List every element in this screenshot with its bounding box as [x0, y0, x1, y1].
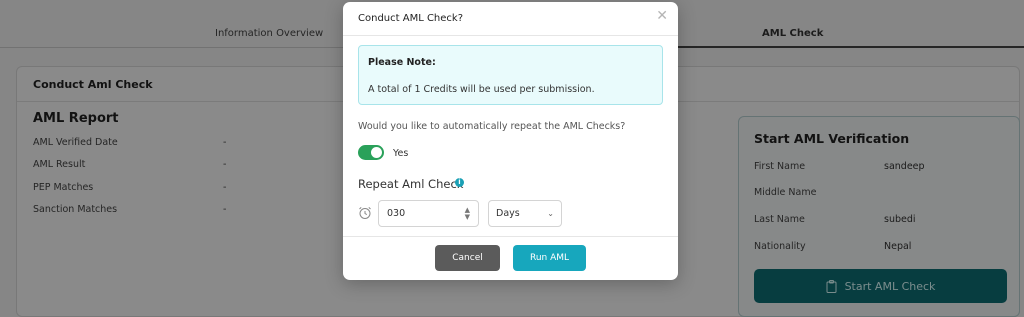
dialog-footer-divider: [343, 236, 678, 237]
close-icon[interactable]: ✕: [656, 8, 668, 24]
conduct-aml-check-dialog: Conduct AML Check? ✕ Please Note: A tota…: [343, 2, 678, 280]
cancel-button[interactable]: Cancel: [435, 245, 500, 271]
note-text: A total of 1 Credits will be used per su…: [368, 84, 595, 95]
repeat-unit-value: Days: [496, 208, 520, 219]
repeat-question: Would you like to automatically repeat t…: [358, 121, 626, 132]
repeat-toggle[interactable]: [358, 145, 384, 160]
stepper-arrows-icon[interactable]: ▲ ▼: [465, 206, 470, 221]
run-aml-button[interactable]: Run AML: [513, 245, 586, 271]
dialog-title: Conduct AML Check?: [358, 13, 464, 24]
toggle-knob: [371, 147, 382, 158]
repeat-unit-select[interactable]: Days ⌄: [488, 200, 562, 227]
note-title: Please Note:: [368, 57, 436, 68]
repeat-aml-check-title: Repeat Aml Check: [358, 177, 464, 191]
info-icon[interactable]: i: [455, 178, 464, 187]
repeat-interval-stepper[interactable]: 030 ▲ ▼: [378, 200, 479, 227]
chevron-down-icon: ⌄: [547, 209, 554, 218]
toggle-label: Yes: [393, 148, 409, 159]
credits-note: Please Note: A total of 1 Credits will b…: [358, 45, 663, 105]
alarm-clock-icon: [359, 207, 371, 219]
repeat-interval-value: 030: [387, 208, 406, 219]
dialog-header: Conduct AML Check? ✕: [343, 2, 678, 36]
